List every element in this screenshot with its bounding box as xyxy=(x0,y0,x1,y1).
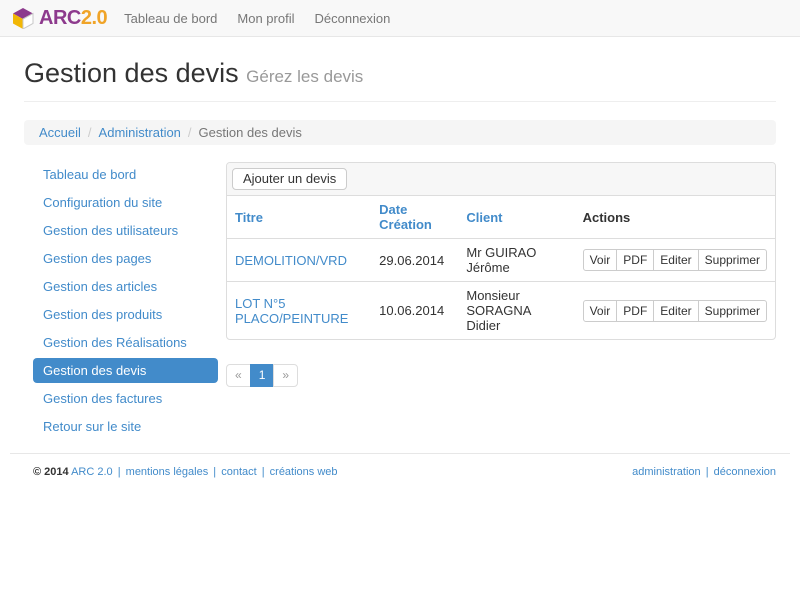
pagination-prev[interactable]: « xyxy=(226,364,251,387)
copyright-text: © 2014 xyxy=(33,466,69,478)
breadcrumb-administration[interactable]: Administration xyxy=(99,125,181,140)
page-footer: © 2014 ARC 2.0 | mentions légales | cont… xyxy=(10,453,790,498)
brand-name: ARC2.0 xyxy=(39,7,108,29)
action-pdf-button[interactable]: PDF xyxy=(616,299,655,322)
page-subtitle: Gérez les devis xyxy=(246,67,364,86)
nav-item-deconnexion[interactable]: Déconnexion xyxy=(304,1,400,36)
add-devis-button[interactable]: Ajouter un devis xyxy=(232,168,348,190)
page-header: Gestion des devis Gérez les devis xyxy=(24,58,776,102)
row-actions: Voir PDF Editer Supprimer xyxy=(582,249,767,271)
breadcrumb-separator: / xyxy=(187,125,192,140)
nav-item-mon-profil[interactable]: Mon profil xyxy=(227,1,304,36)
sidebar-item-gestion-des-articles[interactable]: Gestion des articles xyxy=(33,274,218,299)
action-supprimer-button[interactable]: Supprimer xyxy=(697,299,767,322)
pagination: « 1 » xyxy=(226,364,299,387)
footer-link-contact[interactable]: contact xyxy=(221,466,256,478)
action-voir-button[interactable]: Voir xyxy=(582,249,618,271)
table-header-actions: Actions xyxy=(574,196,775,239)
devis-panel: Ajouter un devis Titre Date Création Cli… xyxy=(226,162,776,340)
table-sort-client[interactable]: Client xyxy=(466,210,502,225)
sidebar-item-gestion-des-factures[interactable]: Gestion des factures xyxy=(33,386,218,411)
action-voir-button[interactable]: Voir xyxy=(582,299,618,322)
table-sort-titre[interactable]: Titre xyxy=(235,210,263,225)
breadcrumb-current: Gestion des devis xyxy=(198,125,302,140)
breadcrumb-separator: / xyxy=(87,125,92,140)
devis-client: Mr GUIRAO Jérôme xyxy=(458,238,575,282)
action-editer-button[interactable]: Editer xyxy=(653,299,699,322)
brand-logo[interactable]: ARC2.0 xyxy=(12,7,108,29)
devis-date: 10.06.2014 xyxy=(379,303,445,318)
table-row: DEMOLITION/VRD 29.06.2014 Mr GUIRAO Jérô… xyxy=(227,238,775,282)
sidebar-item-gestion-des-pages[interactable]: Gestion des pages xyxy=(33,246,218,271)
nav-item-tableau-de-bord[interactable]: Tableau de bord xyxy=(114,1,227,36)
breadcrumb: Accueil / Administration / Gestion des d… xyxy=(24,120,776,145)
devis-date: 29.06.2014 xyxy=(371,238,459,282)
panel-heading: Ajouter un devis xyxy=(227,163,775,196)
footer-separator: | xyxy=(117,466,121,478)
devis-table: Titre Date Création Client Actions DEMOL… xyxy=(227,196,775,339)
table-header-row: Titre Date Création Client Actions xyxy=(227,196,775,239)
sidebar-item-gestion-des-realisations[interactable]: Gestion des Réalisations xyxy=(33,330,218,355)
row-actions: Voir PDF Editer Supprimer xyxy=(582,299,767,322)
footer-link-arc[interactable]: ARC 2.0 xyxy=(71,466,113,478)
footer-link-administration[interactable]: administration xyxy=(632,466,700,478)
footer-right: administration | déconnexion xyxy=(632,466,776,478)
footer-separator: | xyxy=(705,466,709,478)
sidebar-nav: Tableau de bord Configuration du site Ge… xyxy=(33,162,218,439)
footer-link-deconnexion[interactable]: déconnexion xyxy=(714,466,776,478)
devis-client: Monsieur SORAGNA Didier xyxy=(466,288,531,333)
table-sort-date-creation[interactable]: Date Création xyxy=(379,202,432,232)
top-navbar: ARC2.0 Tableau de bord Mon profil Déconn… xyxy=(0,0,800,37)
action-pdf-button[interactable]: PDF xyxy=(616,249,655,271)
action-supprimer-button[interactable]: Supprimer xyxy=(697,249,767,271)
page-title: Gestion des devis xyxy=(24,58,239,88)
main-content: Ajouter un devis Titre Date Création Cli… xyxy=(226,162,776,387)
action-editer-button[interactable]: Editer xyxy=(653,249,699,271)
sidebar-item-configuration-du-site[interactable]: Configuration du site xyxy=(33,190,218,215)
sidebar-item-gestion-des-devis[interactable]: Gestion des devis xyxy=(33,358,218,383)
pagination-page-1[interactable]: 1 xyxy=(249,364,275,387)
devis-title-link[interactable]: DEMOLITION/VRD xyxy=(235,253,347,268)
footer-left: © 2014 ARC 2.0 | mentions légales | cont… xyxy=(33,466,338,478)
footer-separator: | xyxy=(213,466,217,478)
footer-link-mentions-legales[interactable]: mentions légales xyxy=(126,466,209,478)
breadcrumb-accueil[interactable]: Accueil xyxy=(39,125,81,140)
footer-link-creations-web[interactable]: créations web xyxy=(270,466,338,478)
table-row: LOT N°5 PLACO/PEINTURE 10.06.2014 Monsie… xyxy=(227,282,775,340)
sidebar-item-gestion-des-utilisateurs[interactable]: Gestion des utilisateurs xyxy=(33,218,218,243)
pagination-next[interactable]: » xyxy=(273,364,299,387)
sidebar-item-gestion-des-produits[interactable]: Gestion des produits xyxy=(33,302,218,327)
devis-title-link[interactable]: LOT N°5 PLACO/PEINTURE xyxy=(235,296,348,326)
cube-icon xyxy=(12,7,34,29)
sidebar-item-retour-sur-le-site[interactable]: Retour sur le site xyxy=(33,414,218,439)
footer-separator: | xyxy=(261,466,265,478)
sidebar-item-tableau-de-bord[interactable]: Tableau de bord xyxy=(33,162,218,187)
